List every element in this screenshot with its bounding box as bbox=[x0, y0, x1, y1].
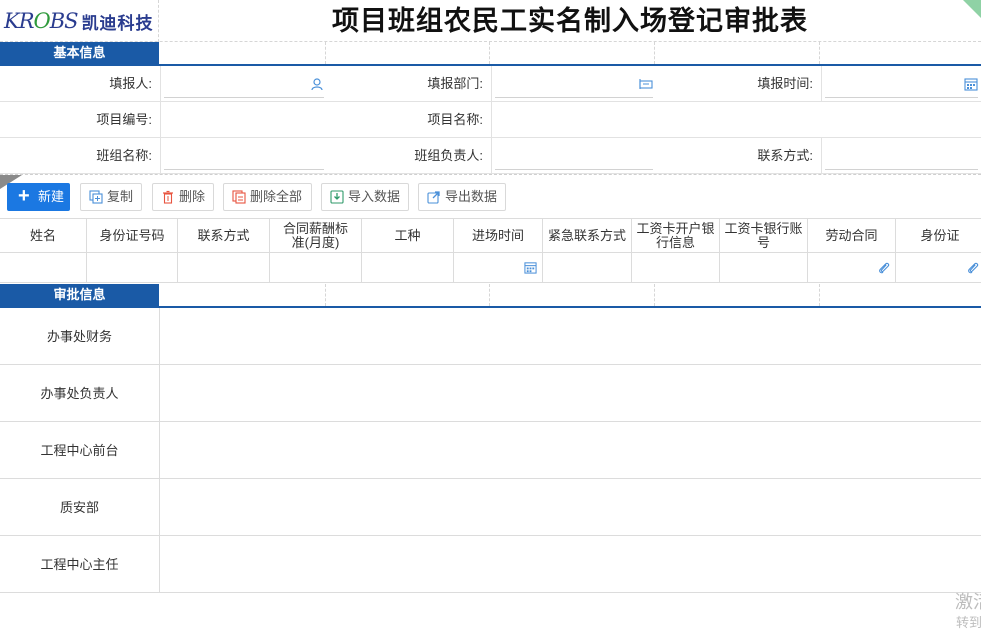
approval-section: 审批信息 bbox=[0, 284, 981, 308]
plus-icon: + bbox=[18, 185, 30, 207]
corner-flag bbox=[963, 0, 981, 18]
header: KROBS 凯迪科技 项目班组农民工实名制入场登记审批表 bbox=[0, 0, 981, 42]
approval-row-quality-safety: 质安部 bbox=[0, 479, 981, 536]
approval-row-front-desk: 工程中心前台 bbox=[0, 422, 981, 479]
logo-name: 凯迪科技 bbox=[81, 13, 154, 33]
cell-name[interactable] bbox=[0, 253, 87, 282]
project-no-label: 项目编号: bbox=[96, 112, 152, 127]
project-name-label: 项目名称: bbox=[427, 112, 483, 127]
copy-button[interactable]: 复制 bbox=[80, 183, 142, 211]
approval-label-office-head: 办事处负责人 bbox=[0, 365, 160, 422]
col-id-number[interactable]: 身份证号码 bbox=[87, 219, 178, 252]
col-work-type[interactable]: 工种 bbox=[362, 219, 454, 252]
col-entry-time[interactable]: 进场时间 bbox=[454, 219, 543, 252]
worker-grid: 姓名 身份证号码 联系方式 合同薪酬标准(月度) 工种 进场时间 紧急联系方式 … bbox=[0, 218, 981, 283]
approval-label-quality-safety: 质安部 bbox=[0, 479, 160, 536]
grid-toolbar: + 新建 复制 删除 删除全部 导入数据 导出数据 bbox=[0, 174, 981, 218]
cell-id-card[interactable] bbox=[896, 253, 981, 282]
team-name-label: 班组名称: bbox=[96, 148, 152, 163]
user-icon bbox=[311, 78, 323, 91]
team-leader-label: 班组负责人: bbox=[414, 148, 483, 163]
cell-salary-standard[interactable] bbox=[270, 253, 362, 282]
page-title: 项目班组农民工实名制入场登记审批表 bbox=[332, 6, 808, 36]
approval-label-finance: 办事处财务 bbox=[0, 308, 160, 365]
time-field[interactable] bbox=[821, 66, 981, 102]
dept-field[interactable] bbox=[491, 66, 656, 102]
activation-watermark: 激活 bbox=[955, 592, 981, 612]
col-bank-info[interactable]: 工资卡开户银行信息 bbox=[632, 219, 720, 252]
col-labor-contract[interactable]: 劳动合同 bbox=[808, 219, 896, 252]
delete-all-button[interactable]: 删除全部 bbox=[223, 183, 312, 211]
reporter-label: 填报人: bbox=[109, 76, 152, 91]
copy-icon bbox=[89, 190, 103, 204]
trash-icon bbox=[163, 190, 173, 204]
calendar-icon bbox=[964, 78, 978, 91]
approval-row-office-head: 办事处负责人 bbox=[0, 365, 981, 422]
calendar-icon[interactable] bbox=[524, 261, 537, 274]
approval-label: 审批信息 bbox=[0, 284, 159, 306]
cell-bank-account[interactable] bbox=[720, 253, 808, 282]
col-salary-standard[interactable]: 合同薪酬标准(月度) bbox=[270, 219, 362, 252]
col-emergency-contact[interactable]: 紧急联系方式 bbox=[543, 219, 632, 252]
import-icon bbox=[330, 190, 344, 204]
cell-contact[interactable] bbox=[178, 253, 270, 282]
delete-button[interactable]: 删除 bbox=[152, 183, 214, 211]
contact-field[interactable] bbox=[821, 138, 981, 174]
export-button[interactable]: 导出数据 bbox=[418, 183, 506, 211]
export-icon bbox=[427, 191, 440, 204]
delete-all-icon bbox=[232, 190, 246, 204]
cell-work-type[interactable] bbox=[362, 253, 454, 282]
grid-header: 姓名 身份证号码 联系方式 合同薪酬标准(月度) 工种 进场时间 紧急联系方式 … bbox=[0, 218, 981, 253]
cell-bank-info[interactable] bbox=[632, 253, 720, 282]
activation-watermark-sub: 转到 bbox=[956, 615, 981, 629]
team-leader-field[interactable] bbox=[491, 138, 656, 174]
basic-info-label: 基本信息 bbox=[0, 42, 159, 64]
col-id-card[interactable]: 身份证 bbox=[896, 219, 981, 252]
time-label: 填报时间: bbox=[757, 76, 813, 91]
form-row-reporter: 填报人: 填报部门: 填报时间: bbox=[0, 66, 981, 102]
new-button[interactable]: + 新建 bbox=[7, 183, 70, 211]
col-contact[interactable]: 联系方式 bbox=[178, 219, 270, 252]
dept-label: 填报部门: bbox=[427, 76, 483, 91]
cell-id-number[interactable] bbox=[87, 253, 178, 282]
company-logo: KROBS 凯迪科技 bbox=[0, 0, 159, 42]
approval-label-front-desk: 工程中心前台 bbox=[0, 422, 160, 479]
logo-mark: KROBS bbox=[4, 9, 79, 33]
import-button[interactable]: 导入数据 bbox=[321, 183, 409, 211]
approval-label-center-director: 工程中心主任 bbox=[0, 536, 160, 593]
contact-label: 联系方式: bbox=[757, 148, 813, 163]
basic-info-section: 基本信息 bbox=[0, 42, 981, 66]
team-name-field[interactable] bbox=[160, 138, 327, 174]
col-name[interactable]: 姓名 bbox=[0, 219, 87, 252]
cell-emergency-contact[interactable] bbox=[543, 253, 632, 282]
approval-row-center-director: 工程中心主任 bbox=[0, 536, 981, 593]
paperclip-icon[interactable] bbox=[877, 261, 890, 274]
org-icon bbox=[639, 79, 653, 89]
col-bank-account[interactable]: 工资卡银行账号 bbox=[720, 219, 808, 252]
form-row-team: 班组名称: 班组负责人: 联系方式: bbox=[0, 138, 981, 174]
project-name-field[interactable] bbox=[491, 102, 981, 138]
reporter-field[interactable] bbox=[160, 66, 327, 102]
cell-labor-contract[interactable] bbox=[808, 253, 896, 282]
table-row bbox=[0, 253, 981, 283]
approval-form-page: KROBS 凯迪科技 项目班组农民工实名制入场登记审批表 基本信息 填报人: 填… bbox=[0, 0, 981, 629]
approval-row-finance: 办事处财务 bbox=[0, 308, 981, 365]
form-row-project: 项目编号: 项目名称: bbox=[0, 102, 981, 138]
paperclip-icon[interactable] bbox=[966, 261, 979, 274]
project-no-field[interactable] bbox=[160, 102, 327, 138]
cell-entry-time[interactable] bbox=[454, 253, 543, 282]
